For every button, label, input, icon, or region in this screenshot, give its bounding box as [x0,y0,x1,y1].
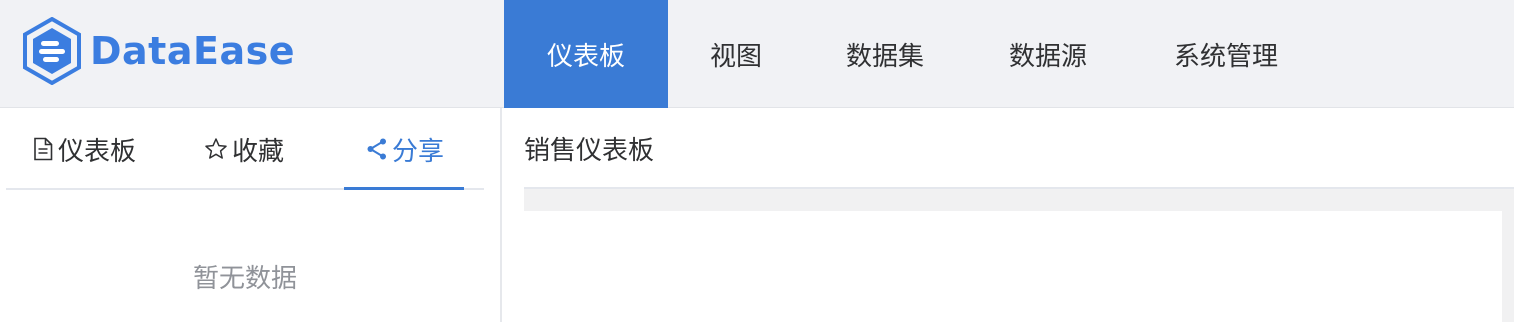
nav-item-datasources[interactable]: 数据源 [966,0,1130,108]
document-icon [34,137,53,161]
share-icon [367,138,386,160]
sidebar-tabs: 仪表板 收藏 分享 [6,108,484,190]
nav-item-views[interactable]: 视图 [668,0,804,108]
sidebar: 仪表板 收藏 分享 暂无数据 [0,108,502,322]
tab-dashboard[interactable]: 仪表板 [32,108,136,190]
tab-share[interactable]: 分享 [366,108,444,190]
top-header: DataEase 仪表板 视图 数据集 数据源 系统管理 [0,0,1514,108]
main-nav: 仪表板 视图 数据集 数据源 系统管理 [504,0,1322,108]
nav-item-system-management[interactable]: 系统管理 [1130,0,1322,108]
tab-share-label: 分享 [392,136,445,167]
dashboard-canvas-area [524,189,1514,322]
nav-item-datasets[interactable]: 数据集 [804,0,966,108]
dashboard-canvas [524,211,1502,322]
tab-dashboard-label: 仪表板 [58,136,137,167]
tab-favorites-label: 收藏 [232,136,285,167]
empty-state-text: 暂无数据 [192,264,297,294]
main-panel: 销售仪表板 [504,108,1514,322]
logo[interactable]: DataEase [22,17,295,85]
tab-favorites[interactable]: 收藏 [204,108,284,190]
dashboard-title: 销售仪表板 [524,135,655,166]
star-icon [205,138,227,159]
brand-name: DataEase [90,29,295,73]
active-tab-indicator [344,187,464,190]
dataease-logo-icon [23,17,81,85]
nav-item-dashboard[interactable]: 仪表板 [504,0,668,108]
